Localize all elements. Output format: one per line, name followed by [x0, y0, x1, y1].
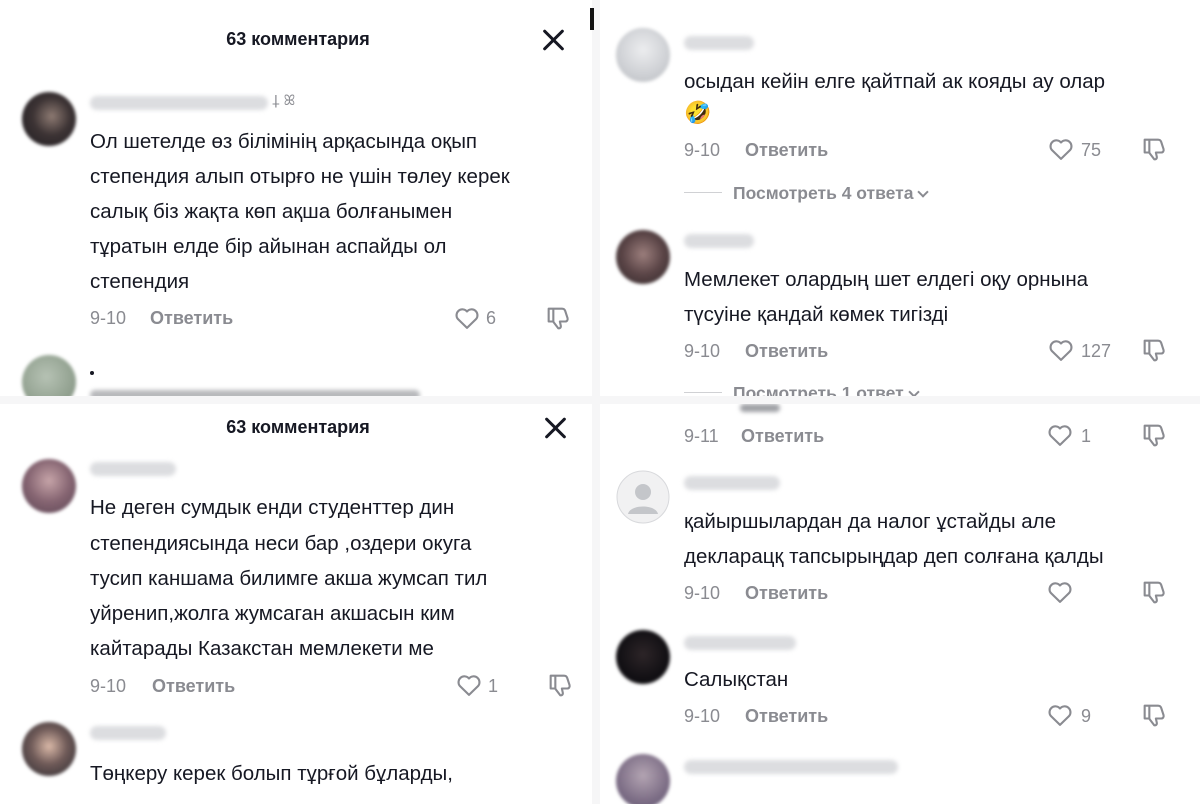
comment-text-cut: [740, 404, 780, 412]
reply-button[interactable]: Ответить: [152, 676, 235, 697]
avatar[interactable]: [616, 754, 670, 804]
comment-text-cut: [90, 390, 420, 396]
replies-divider: [684, 392, 722, 393]
dislike-icon[interactable]: [1140, 578, 1168, 606]
comment-text-line: салық біз жақта көп ақша болғанымен: [90, 200, 453, 223]
reply-button[interactable]: Ответить: [745, 706, 828, 727]
username[interactable]: [90, 371, 94, 375]
dislike-icon[interactable]: [1140, 701, 1168, 729]
dislike-icon[interactable]: [1140, 135, 1168, 163]
heart-icon[interactable]: [1047, 135, 1075, 163]
username[interactable]: [684, 36, 754, 50]
view-replies-label: Посмотреть 4 ответа: [733, 183, 914, 203]
heart-icon[interactable]: [1046, 578, 1074, 606]
like-count: 6: [486, 308, 497, 328]
comment-text-line: Салықстан: [684, 668, 789, 691]
comment-text-line: тұратын елде бір айынан аспайды ол: [90, 235, 447, 258]
heart-icon[interactable]: [1047, 336, 1075, 364]
username[interactable]: [684, 476, 780, 490]
like-count: 9: [1081, 706, 1092, 726]
comment-text-line: Мемлекет олардың шет елдегі оқу орнына: [684, 268, 1089, 291]
comment-text-line: осыдан кейін елге қайтпай ак кояды ау ол…: [684, 70, 1106, 93]
default-avatar-icon[interactable]: [616, 470, 670, 524]
dislike-icon[interactable]: [544, 304, 572, 332]
heart-icon[interactable]: [453, 304, 481, 332]
username[interactable]: [90, 726, 166, 740]
comment-text-line: қайыршылардан да налог ұстайды але: [684, 510, 1057, 533]
view-replies-label: Посмотреть 1 ответ: [733, 383, 904, 396]
comment-text-line: декларацқ тапсырыңдар деп солғана қалды: [684, 545, 1104, 568]
username-decoration: ⸸ ꕤ: [272, 92, 296, 108]
username[interactable]: [684, 760, 898, 774]
image-edge-mark: [590, 8, 594, 30]
comment-text-line: степендия: [90, 270, 190, 293]
comment-text-line: степендиясында неси бар ,оздери окуга: [90, 532, 472, 555]
comment-text-line: тусип каншама билимге акша жумсап тил: [90, 567, 488, 590]
like-count: 1: [1081, 426, 1092, 446]
avatar[interactable]: [616, 230, 670, 284]
like-count: 1: [488, 676, 499, 696]
reply-button[interactable]: Ответить: [150, 308, 233, 329]
panel-separator-horizontal: [0, 396, 1200, 404]
comment-text-line: түсуіне қандай көмек тигізді: [684, 303, 949, 326]
reply-button[interactable]: Ответить: [741, 426, 824, 447]
comments-count-title: 63 комментария: [226, 29, 370, 49]
heart-icon[interactable]: [1046, 701, 1074, 729]
comment-date: 9-10: [90, 308, 127, 328]
comments-panel-top-right: осыдан кейін елге қайтпай ак кояды ау ол…: [600, 0, 1200, 396]
close-icon[interactable]: [542, 414, 570, 442]
comments-panel-bottom-right: 9-11 Ответить 1 қайыршылардан да налог ұ…: [600, 404, 1200, 804]
comment-text-line: степендия алып отырғо не үшін төлеу кере…: [90, 165, 510, 188]
view-replies-button[interactable]: Посмотреть 1 ответ: [733, 383, 920, 396]
like-count: 127: [1081, 341, 1112, 361]
comment-date: 9-10: [684, 706, 721, 726]
comment-text-line: кайтарады Казакстан мемлекети ме: [90, 637, 434, 660]
comment-date: 9-10: [684, 341, 721, 361]
comment-text-line: уйренип,жолга жумсаган акшасын ким: [90, 602, 455, 625]
comments-count-title: 63 комментария: [226, 417, 370, 437]
close-icon[interactable]: [540, 26, 568, 54]
comments-panel-top-left: 63 комментария ⸸ ꕤ Ол шетелде өз білімін…: [0, 0, 592, 396]
dislike-icon[interactable]: [1140, 421, 1168, 449]
comment-text-line: Ол шетелде өз білімінің арқасында оқып: [90, 130, 478, 153]
comments-panel-bottom-left: 63 комментария Не деген сумдык енди студ…: [0, 404, 592, 804]
username[interactable]: [90, 96, 268, 110]
comment-date: 9-11: [684, 426, 719, 446]
avatar[interactable]: [22, 722, 76, 776]
avatar[interactable]: [616, 630, 670, 684]
like-count: 75: [1081, 140, 1102, 160]
chevron-down-icon: [917, 186, 930, 198]
username[interactable]: [684, 636, 796, 650]
avatar[interactable]: [22, 355, 76, 396]
view-replies-button[interactable]: Посмотреть 4 ответа: [733, 183, 930, 204]
comment-text-line: Төңкеру керек болып тұрғой бұларды,: [90, 762, 453, 785]
avatar[interactable]: [22, 92, 76, 146]
username[interactable]: [684, 234, 754, 248]
reply-button[interactable]: Ответить: [745, 341, 828, 362]
reply-button[interactable]: Ответить: [745, 140, 828, 161]
heart-icon[interactable]: [1046, 421, 1074, 449]
chevron-down-icon: [908, 386, 920, 396]
heart-icon[interactable]: [455, 671, 483, 699]
avatar[interactable]: [22, 459, 76, 513]
panel-separator-vertical: [592, 0, 600, 804]
comment-date: 9-10: [90, 676, 127, 696]
reply-button[interactable]: Ответить: [745, 583, 828, 604]
comment-text-line: Не деген сумдык енди студенттер дин: [90, 496, 455, 519]
dislike-icon[interactable]: [1140, 336, 1168, 364]
username[interactable]: [90, 462, 176, 476]
comment-date: 9-10: [684, 140, 721, 160]
dislike-icon[interactable]: [546, 671, 574, 699]
replies-divider: [684, 192, 722, 193]
comment-date: 9-10: [684, 583, 721, 603]
avatar[interactable]: [616, 28, 670, 82]
emoji: 🤣: [684, 100, 712, 125]
